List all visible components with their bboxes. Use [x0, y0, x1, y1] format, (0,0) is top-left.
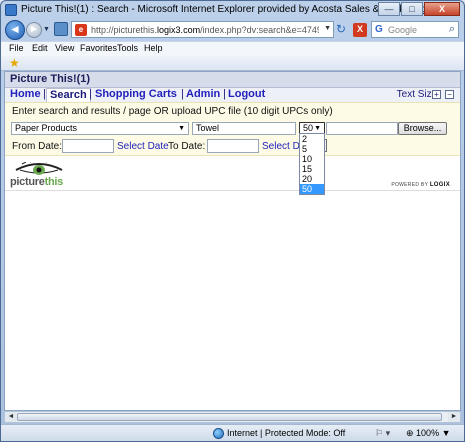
title-bar: Picture This!(1) : Search - Microsoft In… — [1, 1, 464, 19]
browser-search-input[interactable]: Google — [388, 25, 417, 35]
scrollbar-thumb[interactable] — [17, 413, 442, 421]
nav-admin[interactable]: Admin — [186, 88, 220, 100]
refresh-icon[interactable]: ↻ — [336, 23, 350, 37]
chevron-down-icon: ▼ — [441, 428, 451, 438]
divider — [5, 190, 460, 191]
back-icon[interactable]: ◄ — [5, 20, 25, 40]
navigation-bar: ◄ ► ▼ e http://picturethis.logix3.com/in… — [1, 19, 464, 41]
internet-zone-icon — [213, 428, 224, 439]
category-select[interactable]: Paper Products ▼ — [11, 122, 189, 135]
from-date-label: From Date: — [12, 141, 63, 152]
results-per-page-value: 50 — [303, 123, 314, 133]
page-size-option-selected[interactable]: 50 — [300, 184, 324, 194]
status-bar: Internet | Protected Mode: Off ⚐ ▾ ⊕ 100… — [1, 424, 464, 441]
to-date-label: To Date: — [168, 141, 206, 152]
app-nav: Home | Search | Shopping Carts | Admin |… — [5, 88, 460, 102]
category-select-value: Paper Products — [15, 123, 78, 133]
google-icon: G — [375, 24, 383, 35]
favorites-star-icon[interactable]: ★ — [9, 56, 20, 70]
search-icon[interactable]: ⌕ — [449, 23, 455, 36]
maximize-button[interactable]: □ — [401, 2, 423, 16]
recent-pages-icon[interactable]: ▼ — [43, 26, 50, 33]
upc-file-input[interactable] — [326, 122, 398, 135]
page-size-option[interactable]: 2 — [300, 134, 324, 144]
minimize-button[interactable]: — — [378, 2, 400, 16]
favorites-bar: ★ — [1, 56, 464, 71]
nav-shopping-carts[interactable]: Shopping Carts — [95, 88, 177, 100]
address-bar[interactable]: e http://picturethis.logix3.com/index.ph… — [71, 21, 334, 38]
menu-edit[interactable]: Edit — [32, 43, 48, 53]
menu-view[interactable]: View — [55, 43, 74, 53]
close-button[interactable]: X — [424, 2, 460, 16]
window-title: Picture This!(1) : Search - Microsoft In… — [21, 4, 426, 15]
text-size-increase-icon[interactable]: + — [432, 90, 441, 99]
results-per-page-options: 2 5 10 15 20 50 — [299, 133, 325, 195]
nav-separator: | — [223, 88, 226, 100]
zoom-level[interactable]: ⊕ 100% ▼ — [406, 428, 451, 439]
ie-app-icon — [5, 4, 17, 16]
eye-logo-icon — [15, 162, 63, 175]
scroll-left-icon[interactable]: ◄ — [5, 412, 17, 422]
scroll-right-icon[interactable]: ► — [448, 412, 460, 422]
page-size-option[interactable]: 5 — [300, 144, 324, 154]
to-date-input[interactable] — [207, 139, 259, 153]
nav-separator: | — [89, 88, 92, 100]
search-instructions: Enter search and results / page OR uploa… — [12, 106, 333, 117]
menu-bar: File Edit View Favorites Tools Help — [1, 41, 464, 56]
stop-icon[interactable]: X — [353, 23, 367, 37]
protected-mode-icon[interactable]: ⚐ ▾ — [375, 428, 390, 439]
picturethis-logo: picturethis — [10, 160, 70, 190]
window-controls: — □ X — [378, 2, 460, 16]
nav-separator: | — [181, 88, 184, 100]
page-size-option[interactable]: 20 — [300, 174, 324, 184]
search-term-input[interactable]: Towel — [192, 122, 296, 135]
app-header: Picture This!(1) — [5, 72, 460, 88]
menu-file[interactable]: File — [9, 43, 24, 53]
address-dropdown-icon[interactable]: ▼ — [324, 25, 331, 32]
browser-window: Picture This!(1) : Search - Microsoft In… — [0, 0, 465, 442]
page-icon — [54, 22, 68, 36]
page-size-option[interactable]: 15 — [300, 164, 324, 174]
select-from-date-link[interactable]: Select Date — [117, 141, 169, 152]
search-panel: Enter search and results / page OR uploa… — [5, 102, 460, 156]
browser-search-box[interactable]: G Google ⌕ — [371, 21, 459, 38]
menu-favorites[interactable]: Favorites — [80, 43, 117, 53]
site-icon: e — [75, 24, 87, 36]
logo-text: picturethis — [10, 176, 63, 188]
nav-search[interactable]: Search — [46, 88, 91, 102]
from-date-input[interactable] — [62, 139, 114, 153]
address-text: http://picturethis.logix3.com/index.php?… — [91, 25, 319, 35]
zoom-value: 100% — [416, 428, 440, 438]
page-title: Picture This!(1) — [10, 73, 91, 85]
powered-by-logix: POWERED BY LOGIX — [391, 182, 450, 188]
browse-button[interactable]: Browse... — [398, 122, 447, 135]
nav-logout[interactable]: Logout — [228, 88, 265, 100]
horizontal-scrollbar[interactable]: ◄ ► — [4, 411, 461, 423]
nav-home[interactable]: Home — [10, 88, 41, 100]
text-size-decrease-icon[interactable]: − — [445, 90, 454, 99]
forward-icon[interactable]: ► — [26, 22, 42, 38]
menu-help[interactable]: Help — [144, 43, 163, 53]
security-zone-text: Internet | Protected Mode: Off — [227, 428, 346, 438]
chevron-down-icon: ▼ — [178, 125, 185, 132]
page-size-option[interactable]: 10 — [300, 154, 324, 164]
page-content: Picture This!(1) Home | Search | Shoppin… — [4, 71, 461, 411]
menu-tools[interactable]: Tools — [117, 43, 138, 53]
